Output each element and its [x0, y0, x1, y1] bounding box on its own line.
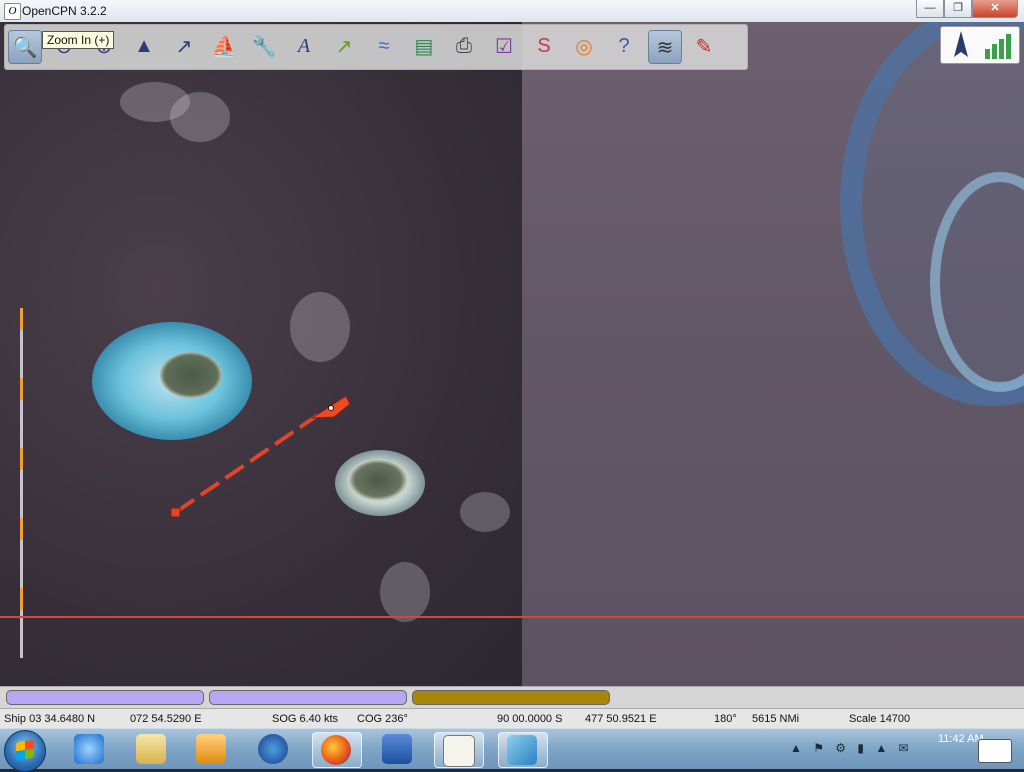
ownship-overlay [170, 395, 351, 518]
help-icon: ? [618, 34, 630, 57]
media-player-icon [196, 734, 226, 764]
mob-icon: ◎ [575, 35, 593, 58]
start-button[interactable] [4, 730, 46, 772]
track-button[interactable]: S [528, 30, 560, 62]
keyboard-icon[interactable] [978, 739, 1012, 763]
chart-piano-key[interactable] [6, 690, 204, 705]
text-button[interactable]: A [288, 30, 320, 62]
mob-button[interactable]: ◎ [568, 30, 600, 62]
auto-follow-button[interactable]: ⛵ [208, 30, 240, 62]
heading-predictor-line [174, 413, 320, 514]
opencpn-icon [443, 735, 475, 767]
ship-longitude: 072 54.5290 E [130, 713, 202, 725]
minimize-button[interactable]: — [916, 0, 944, 18]
word-icon [382, 734, 412, 764]
speed-over-ground: SOG 6.40 kts [272, 713, 339, 725]
text-icon: A [297, 34, 311, 57]
ship-latitude: Ship 03 34.6480 N [4, 713, 96, 725]
taskbar-chart-app[interactable] [498, 732, 548, 768]
ais-button[interactable]: ≋ [648, 30, 682, 64]
chart-scale: Scale 14700 [849, 713, 911, 725]
status-bar: Ship 03 34.6480 N 072 54.5290 E SOG 6.40… [0, 708, 1024, 729]
auto-follow-icon: ⛵ [211, 35, 237, 58]
cursor-distance: 5615 NMi [752, 713, 800, 725]
chart-piano-key[interactable] [209, 690, 407, 705]
chart-quilt-button[interactable]: ▤ [408, 30, 440, 62]
close-button[interactable]: ✕ [972, 0, 1018, 18]
zoom-in-icon: 🔍 [12, 36, 38, 59]
help-button[interactable]: ? [608, 30, 640, 62]
plugin-icon: ✎ [695, 35, 713, 58]
currents-button[interactable]: ↗ [328, 30, 360, 62]
window-title: OpenCPN 3.2.2 [22, 4, 107, 18]
tides-button[interactable]: ≈ [368, 30, 400, 62]
course-over-ground: COG 236° [357, 713, 408, 725]
taskbar-media-player[interactable] [188, 732, 236, 766]
scale-out-icon: ▲ [134, 34, 154, 57]
windows-taskbar: ▲ ⚑ ⚙ ▮ ▲ ✉ 11:42 AM [0, 728, 1024, 772]
route-manager-icon: ☑ [495, 35, 513, 58]
opencpn-app-icon: O [4, 3, 21, 20]
maximize-button[interactable]: ❐ [944, 0, 972, 18]
cursor-latitude: 90 00.0000 S [497, 713, 563, 725]
scale-out-button[interactable]: ▲ [128, 30, 160, 62]
route-icon: ↗ [175, 35, 193, 58]
windows-logo-icon [16, 739, 34, 761]
chart-quilt-icon: ▤ [414, 35, 434, 58]
file-explorer-icon [136, 734, 166, 764]
taskbar-word[interactable] [374, 732, 422, 766]
compass-icon [954, 31, 1011, 59]
chart-piano-bar [0, 686, 1024, 709]
firefox-icon [321, 735, 351, 765]
options-button[interactable]: 🔧 [248, 30, 280, 62]
plugin-button[interactable]: ✎ [688, 30, 720, 62]
create-route-button[interactable]: ↗ [168, 30, 200, 62]
print-button[interactable]: ⎙ [448, 30, 480, 62]
window-controls: — ❐ ✕ [916, 0, 1018, 18]
cursor-longitude: 477 50.9521 E [585, 713, 657, 725]
chart-canvas[interactable] [0, 22, 1024, 686]
main-toolbar: 🔍 ⊖ ⊕ ▲ ↗ ⛵ 🔧 A ↗ ≈ ▤ ⎙ ☑ S ◎ ? ≋ ✎ [4, 24, 748, 70]
compass-gps-widget[interactable] [940, 26, 1020, 64]
chart-app-icon [507, 735, 537, 765]
globe-icon [258, 734, 288, 764]
route-manager-button[interactable]: ☑ [488, 30, 520, 62]
print-icon: ⎙ [456, 34, 472, 57]
taskbar-internet-explorer[interactable] [66, 732, 114, 766]
taskbar-globe-app[interactable] [250, 732, 298, 766]
chart-piano-key[interactable] [412, 690, 610, 705]
system-tray[interactable]: ▲ ⚑ ⚙ ▮ ▲ ✉ [790, 741, 913, 755]
tide-icon: ≈ [378, 34, 390, 57]
zoom-in-button[interactable]: 🔍 [8, 30, 42, 64]
taskbar-file-explorer[interactable] [128, 732, 176, 766]
ais-icon: ≋ [656, 36, 674, 59]
cursor-bearing: 180° [714, 713, 737, 725]
current-icon: ↗ [335, 35, 353, 58]
ownship-center [328, 405, 334, 411]
clock[interactable]: 11:42 AM [938, 733, 984, 745]
options-icon: 🔧 [251, 35, 277, 58]
internet-explorer-icon [74, 734, 104, 764]
zoom-in-tooltip: Zoom In (+) [42, 31, 115, 49]
title-bar: O OpenCPN 3.2.2 — ❐ ✕ [0, 0, 1024, 23]
taskbar-firefox[interactable] [312, 732, 362, 768]
track-icon: S [537, 34, 551, 57]
cog-predictor-marker [170, 507, 181, 518]
taskbar-opencpn[interactable] [434, 732, 484, 768]
